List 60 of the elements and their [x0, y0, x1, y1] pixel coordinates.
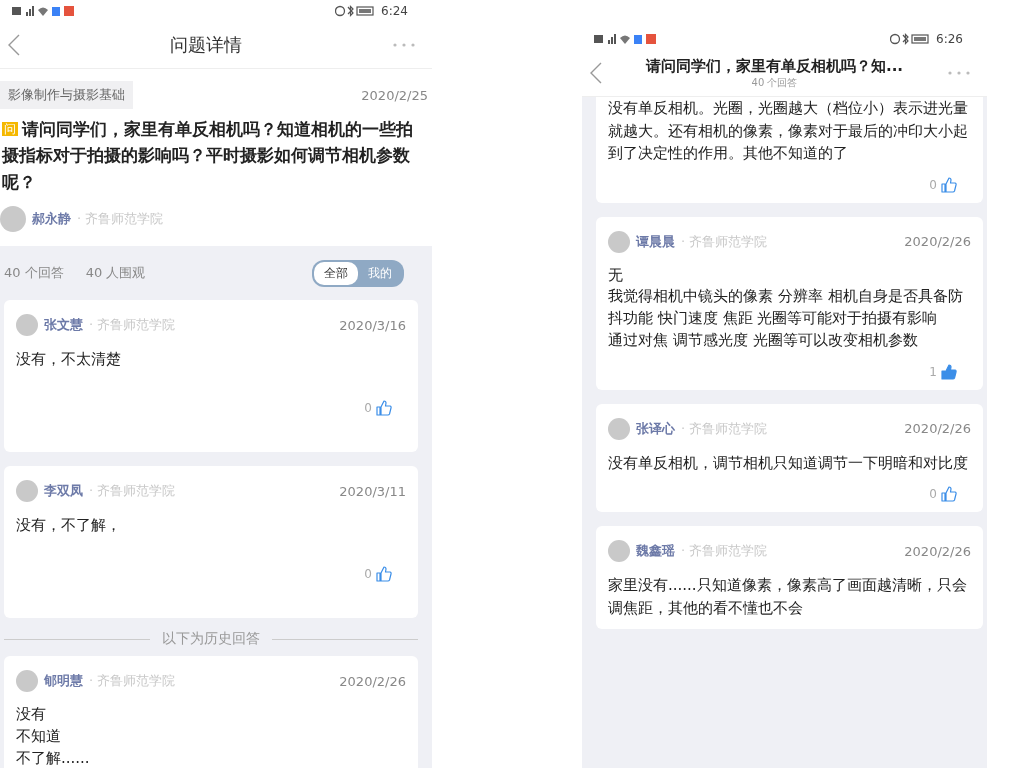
answer-text: 没有单反相机。光圈，光圈越大（档位小）表示进光量就越大。还有相机的像素，像素对于最后的冲印大小起到了决定性的作用。其他不知道的了 [608, 98, 969, 164]
answer-line: 没有 [16, 704, 46, 726]
question-text: $^{问}$ 请问同学们，家里有单反相机吗？知道相机的一些拍摄指标对于拍摄的影响吗？平时摄影如何调节相机参数呢？ [0, 119, 414, 194]
avatar [16, 670, 38, 693]
answer-date: 2020/3/11 [339, 483, 406, 499]
status-time: 6:24 [381, 4, 408, 18]
user-name[interactable]: 张文慧 [44, 316, 83, 335]
question-date: 2020/2/25 [361, 87, 428, 103]
avatar [16, 314, 38, 337]
user-name[interactable]: 张译心 [636, 419, 675, 438]
like-count: 1 [929, 364, 937, 379]
avatar [608, 230, 630, 253]
avatar [608, 417, 630, 440]
thumbs-up-icon[interactable] [941, 176, 957, 193]
answer-line: 不知道 [16, 725, 61, 747]
answer-count: 40 个回答 [751, 75, 798, 90]
user-name[interactable]: 郝永静 [32, 210, 71, 229]
filter-tab[interactable]: 全部 [314, 261, 358, 285]
filled-thumbs-up-icon[interactable] [941, 363, 957, 380]
answer-text: 没有，不了解， [16, 515, 122, 537]
thumbs-up-icon[interactable] [376, 566, 392, 583]
thumbs-up-icon[interactable] [941, 486, 957, 502]
user-name[interactable]: 李双凤 [44, 482, 83, 501]
answer-date: 2020/2/26 [904, 543, 971, 559]
answer-text: 没有，不太清楚 [16, 349, 122, 371]
user-name[interactable]: 谭晨晨 [636, 232, 675, 251]
answer-line: 无 [608, 264, 623, 286]
like-count: 0 [364, 401, 372, 416]
answer-date: 2020/2/26 [339, 673, 406, 689]
avatar [16, 480, 38, 503]
like-count: 0 [364, 567, 372, 582]
answer-date: 2020/2/26 [904, 421, 971, 436]
filter-tab[interactable]: 我的 [358, 261, 402, 285]
answer-count: 40 个回答 [4, 264, 64, 283]
status-right-icons-drawing [335, 5, 376, 17]
user-name[interactable]: 魏鑫瑶 [636, 542, 675, 560]
user-name[interactable]: 郇明慧 [44, 672, 83, 691]
course-tag[interactable]: 影像制作与摄影基础 [0, 81, 133, 109]
answer-text: 没有单反相机，调节相机只知道调节一下明暗和对比度 [608, 452, 969, 474]
more-icon[interactable] [392, 42, 416, 48]
page-title: 问题详情 [170, 33, 242, 57]
answer-line: 不了解...... [16, 747, 90, 768]
answer-line: 我觉得相机中镜头的像素 分辨率 相机自身是否具备防抖功能 快门速度 焦距 光圈等可能对于拍摄有影响 [608, 286, 964, 329]
back-icon[interactable] [8, 34, 20, 56]
page-title: 请问同学们，家里有单反相机吗？知... [645, 56, 904, 76]
avatar [608, 540, 630, 562]
thumbs-up-icon[interactable] [376, 400, 392, 417]
status-time: 6:26 [936, 32, 963, 46]
like-count: 0 [929, 487, 937, 501]
status-right-icons-drawing [890, 33, 931, 45]
avatar [0, 206, 26, 233]
history-divider-label: 以下为历史回答 [162, 630, 260, 649]
answer-text: 家里没有......只知道像素，像素高了画面越清晰，只会调焦距，其他的看不懂也不会 [608, 575, 968, 619]
more-icon[interactable] [947, 70, 971, 76]
viewer-count: 40 人围观 [85, 264, 146, 283]
back-icon[interactable] [590, 62, 602, 84]
answer-line: 通过对焦 调节感光度 光圈等可以改变相机参数 [608, 329, 918, 351]
answer-date: 2020/2/26 [904, 234, 971, 249]
answer-date: 2020/3/16 [339, 317, 406, 333]
like-count: 0 [929, 177, 937, 192]
